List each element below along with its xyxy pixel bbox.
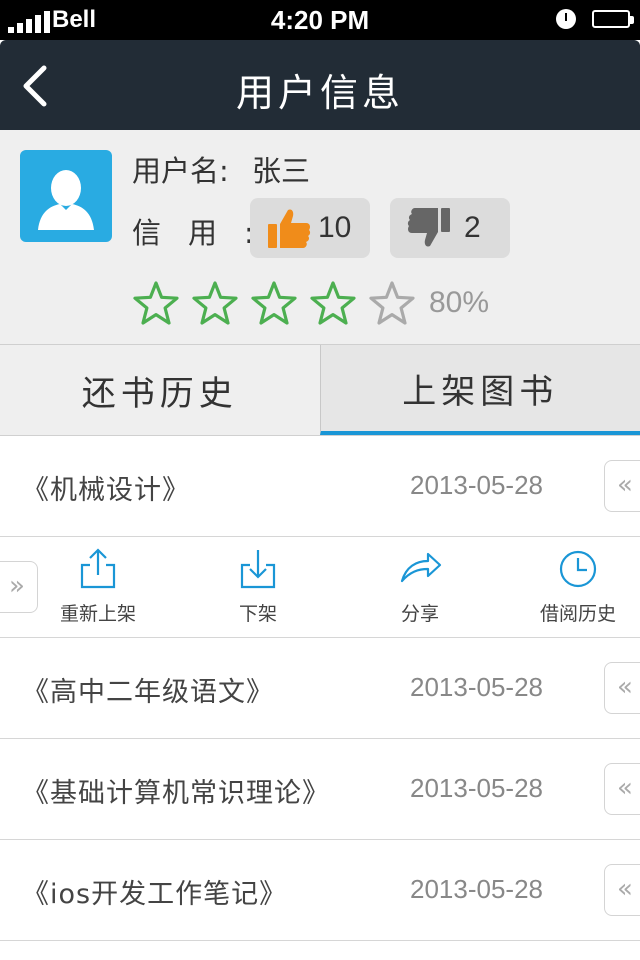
star-filled-icon <box>251 281 297 325</box>
swipe-open-button[interactable]: « <box>604 662 640 714</box>
tab-return-history[interactable]: 还书历史 <box>0 345 320 435</box>
rating-stars: 80% <box>132 280 489 326</box>
book-date: 2013-05-28 <box>410 773 543 803</box>
book-list: 《机械设计》 2013-05-28 « » 重新上架 下架 分享 借阅历史 《高… <box>0 436 640 941</box>
user-profile-card: 用户名: 张三 信用: 10 2 80% <box>0 130 640 345</box>
star-filled-icon <box>192 281 238 325</box>
swipe-open-button[interactable]: « <box>604 864 640 916</box>
dislikes-badge: 2 <box>390 198 510 258</box>
share-upload-icon <box>80 548 116 589</box>
book-date: 2013-05-28 <box>410 874 543 904</box>
list-item[interactable]: 《机械设计》 2013-05-28 « <box>0 436 640 537</box>
status-time: 4:20 PM <box>270 5 370 35</box>
thumbs-down-icon <box>407 208 450 247</box>
swipe-open-button[interactable]: « <box>604 460 640 512</box>
delist-button[interactable]: 下架 <box>188 547 328 626</box>
avatar <box>20 150 112 242</box>
list-item[interactable]: 《基础计算机常识理论》 2013-05-28 « <box>0 739 640 840</box>
status-bar: Bell 4:20 PM <box>0 0 640 40</box>
share-button[interactable]: 分享 <box>350 547 490 626</box>
battery-icon <box>592 10 634 28</box>
book-date: 2013-05-28 <box>410 470 543 500</box>
download-tray-icon <box>240 550 276 589</box>
book-title: 《基础计算机常识理论》 <box>22 778 330 809</box>
tab-bar: 还书历史 上架图书 <box>0 345 640 436</box>
tab-listed-books[interactable]: 上架图书 <box>319 345 640 435</box>
star-filled-icon <box>310 281 356 325</box>
rating-percent: 80% <box>429 286 490 319</box>
clock-icon <box>559 550 597 588</box>
book-title: 《高中二年级语文》 <box>22 677 274 708</box>
alarm-clock-icon <box>556 9 576 29</box>
relist-button[interactable]: 重新上架 <box>28 547 168 626</box>
user-silhouette-icon <box>38 170 94 230</box>
forward-arrow-icon <box>400 552 442 583</box>
relist-label: 重新上架 <box>59 603 136 625</box>
borrow-history-label: 借阅历史 <box>539 603 616 625</box>
nav-bar: 用户信息 <box>0 40 640 130</box>
star-empty-icon <box>369 281 415 325</box>
username-value: 张三 <box>252 154 311 188</box>
borrow-history-button[interactable]: 借阅历史 <box>508 547 640 626</box>
delist-label: 下架 <box>238 603 277 625</box>
list-item[interactable]: 《高中二年级语文》 2013-05-28 « <box>0 638 640 739</box>
list-item[interactable]: 《ios开发工作笔记》 2013-05-28 « <box>0 840 640 941</box>
username-label: 用户名: <box>132 154 229 188</box>
share-label: 分享 <box>400 603 439 625</box>
likes-count: 10 <box>318 211 352 244</box>
thumbs-up-icon <box>268 209 311 248</box>
likes-badge: 10 <box>250 198 370 258</box>
dislikes-count: 2 <box>464 211 481 244</box>
page-title: 用户信息 <box>235 71 404 115</box>
book-title: 《机械设计》 <box>22 475 190 506</box>
star-filled-icon <box>133 281 179 325</box>
book-title: 《ios开发工作笔记》 <box>22 879 288 910</box>
row-action-bar: » 重新上架 下架 分享 借阅历史 <box>0 537 640 638</box>
book-date: 2013-05-28 <box>410 672 543 702</box>
swipe-open-button[interactable]: « <box>604 763 640 815</box>
